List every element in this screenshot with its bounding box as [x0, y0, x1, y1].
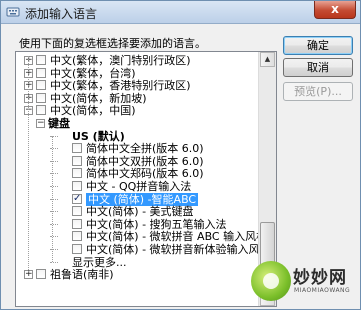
tree-row[interactable]: − 键盘 — [16, 117, 260, 130]
ok-button[interactable]: 确定 — [283, 36, 353, 55]
language-checkbox[interactable] — [36, 92, 46, 103]
tree-row-label: 中文(简体) - 微软拼音 ABC 输入风格 — [86, 230, 268, 244]
language-checkbox[interactable] — [36, 269, 46, 280]
language-checkbox[interactable] — [72, 181, 82, 191]
tree-row[interactable]: + 中文(繁体，台湾) — [16, 67, 260, 80]
watermark-subtitle: MIAOMIAOWANG — [294, 287, 351, 294]
tree-row-label: 祖鲁语(南非) — [50, 268, 114, 282]
language-checkbox[interactable] — [72, 244, 82, 254]
scroll-up-arrow-icon[interactable]: ▲ — [260, 52, 275, 67]
tree-row-label: 中文(繁体，澳门特别行政区) — [50, 54, 191, 67]
tree-row-label: US (默认) — [72, 129, 125, 143]
tree-row-label: 中文(简体) - 搜狗五笔输入法 — [86, 217, 227, 231]
tree-row-label: 中文 - QQ拼音输入法 — [86, 180, 192, 193]
close-icon: x — [331, 2, 339, 16]
window-title: 添加输入语言 — [25, 7, 98, 21]
tree-row-label: 键盘 — [48, 117, 70, 130]
tree-row[interactable]: + 中文(繁体，澳门特别行政区) — [16, 54, 260, 67]
tree-connector — [50, 261, 58, 263]
cancel-button[interactable]: 取消 — [283, 58, 353, 77]
tree-row-label: 显示更多... — [72, 255, 127, 269]
language-checkbox[interactable] — [72, 155, 82, 166]
tree-row[interactable]: + 祖鲁语(南非) — [16, 268, 260, 281]
language-checkbox[interactable] — [72, 218, 82, 229]
language-checkbox[interactable] — [72, 143, 82, 154]
language-checkbox[interactable] — [36, 105, 46, 116]
tree-row[interactable]: + 中文(繁体，香港特别行政区) — [16, 79, 260, 92]
instruction-text: 使用下面的复选框选择要添加的语言。 — [19, 37, 206, 50]
tree-row[interactable]: + 中文(简体，新加坡) — [16, 92, 260, 105]
language-checkbox[interactable] — [72, 231, 82, 242]
add-input-language-dialog: 添加输入语言 x 使用下面的复选框选择要添加的语言。 + 中文(繁体，澳门特别行政… — [0, 0, 361, 310]
tree-row-label: 简体中文郑码(版本 6.0) — [86, 167, 204, 181]
watermark-name: 妙妙网 — [293, 268, 347, 288]
language-checkbox[interactable] — [72, 192, 82, 205]
tree-row-label: 中文(简体) - 美式键盘 — [86, 205, 194, 219]
tree-guide-line — [28, 56, 29, 273]
tree-row-label: 中文(简体) - 微软拼音新体验输入风格 — [86, 243, 271, 256]
tree-row-label: 中文(繁体，台湾) — [50, 66, 136, 80]
tree-row-label: 中文(简体，中国) — [50, 104, 136, 118]
close-button[interactable]: x — [314, 1, 356, 19]
language-checkbox[interactable] — [36, 67, 46, 78]
language-checkbox[interactable] — [36, 55, 46, 65]
tree-guide-line — [52, 135, 53, 262]
language-checkbox[interactable] — [72, 206, 82, 217]
language-checkbox[interactable] — [72, 168, 82, 179]
language-checkbox[interactable] — [36, 80, 46, 91]
tree-row-label: 中文 (简体) -智能ABC — [86, 192, 199, 206]
language-tree[interactable]: + 中文(繁体，澳门特别行政区) + 中文(繁体，台湾) + 中文(繁体，香港特别行政区)… — [15, 51, 277, 307]
tree-row[interactable]: − 中文(简体，中国) — [16, 104, 260, 117]
tree-row-label: 中文(简体，新加坡) — [50, 91, 147, 105]
tree-row-label: 简体中文双拼(版本 6.0) — [86, 154, 204, 168]
watermark-logo: 妙妙网 MIAOMIAOWANG — [251, 259, 361, 307]
preview-button[interactable]: 预览(P)... — [283, 82, 353, 101]
keyboard-icon — [6, 7, 20, 17]
watermark-emblem-icon — [251, 261, 291, 301]
tree-row-label: 中文(繁体，香港特别行政区) — [50, 79, 191, 93]
title-bar[interactable]: 添加输入语言 x — [1, 1, 360, 24]
collapse-minus-icon[interactable]: − — [36, 119, 45, 128]
tree-row-label: 简体中文全拼(版本 6.0) — [86, 142, 204, 156]
